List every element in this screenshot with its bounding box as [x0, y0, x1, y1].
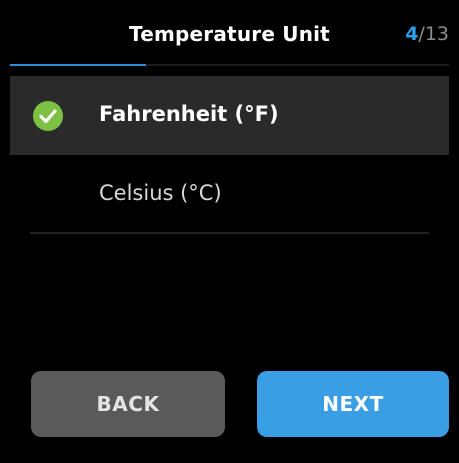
- divider: [30, 232, 429, 234]
- unit-options-list: Fahrenheit (°F) Celsius (°C): [10, 76, 449, 234]
- step-indicator: 4/13: [405, 23, 449, 45]
- progress-track: [10, 64, 449, 66]
- checkmark-circle-icon: [33, 101, 63, 131]
- header: Temperature Unit 4/13: [0, 0, 459, 66]
- progress-fill: [10, 64, 147, 66]
- step-current: 4: [405, 23, 419, 45]
- option-fahrenheit[interactable]: Fahrenheit (°F): [10, 76, 449, 155]
- option-celsius[interactable]: Celsius (°C): [10, 155, 449, 234]
- back-button[interactable]: BACK: [31, 371, 225, 437]
- page-title: Temperature Unit: [129, 22, 330, 46]
- option-label: Fahrenheit (°F): [99, 102, 279, 126]
- option-label: Celsius (°C): [99, 181, 222, 205]
- step-total: /13: [418, 23, 449, 45]
- next-button[interactable]: NEXT: [257, 371, 449, 437]
